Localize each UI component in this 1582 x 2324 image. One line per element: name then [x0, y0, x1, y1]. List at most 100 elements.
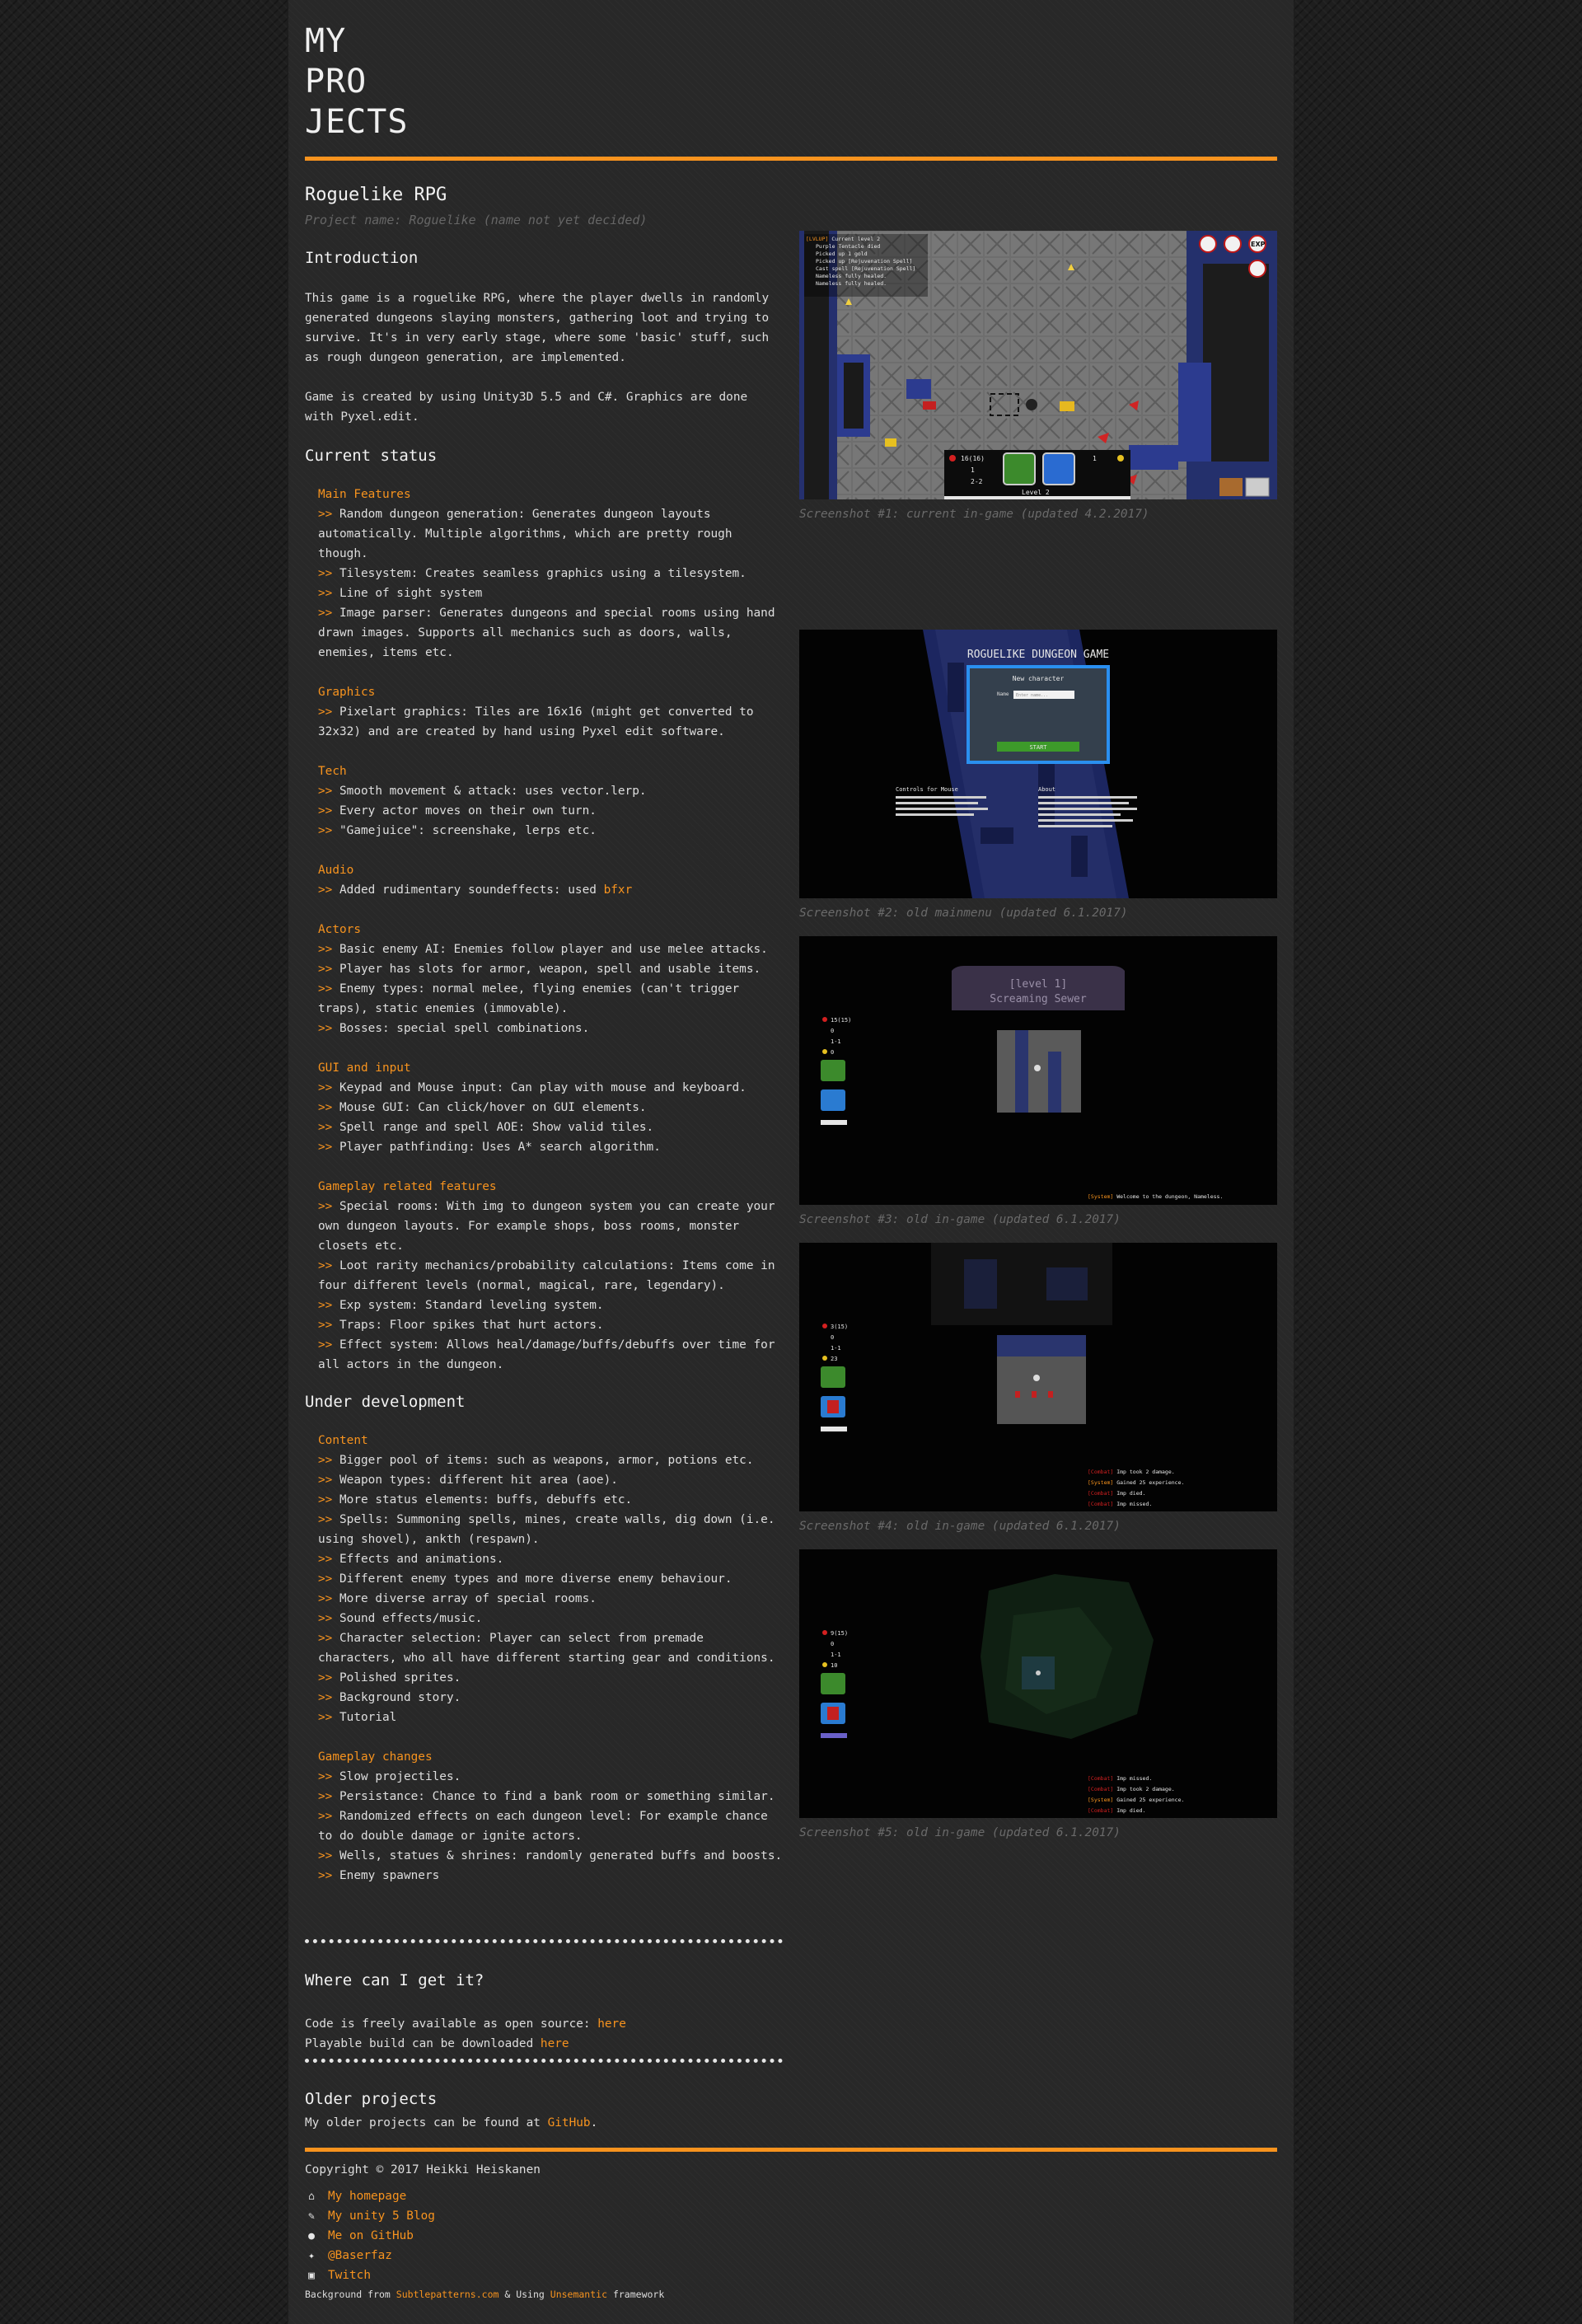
github-link[interactable]: GitHub [548, 2116, 591, 2130]
feature-item: >> Randomized effects on each dungeon le… [318, 1806, 783, 1846]
name-placeholder: Enter name... [1016, 693, 1048, 698]
feature-item: >> Bosses: special spell combinations. [318, 1019, 783, 1038]
feature-item: >> Basic enemy AI: Enemies follow player… [318, 939, 783, 959]
feature-item: >> Spell range and spell AOE: Show valid… [318, 1117, 783, 1137]
feature-item: >> Enemy types: normal melee, flying ene… [318, 979, 783, 1019]
bullet-arrow: >> [318, 1572, 339, 1586]
feature-item: >> Tutorial [318, 1708, 783, 1727]
get-it-heading: Where can I get it? [305, 1971, 484, 1989]
screenshot-2-image: ROGUELIKE DUNGEON GAME New character Nam… [799, 630, 1277, 898]
screenshot-4[interactable]: 3(15) 0 1-1 23 [Combat] Imp took 2 damag… [799, 1243, 1277, 1511]
bullet-arrow: >> [318, 705, 339, 719]
footer-link-item[interactable]: ● Me on GitHub [305, 2226, 1277, 2246]
bullet-arrow: >> [318, 883, 339, 897]
bullet-arrow: >> [318, 1711, 339, 1724]
svg-text:Cast spell [Rejuvenation Spell: Cast spell [Rejuvenation Spell] [816, 265, 915, 272]
footer-link-item[interactable]: ✦ @Baserfaz [305, 2246, 1277, 2265]
feature-text: Tutorial [339, 1711, 397, 1724]
project-description: Roguelike RPG Project name: Roguelike (n… [305, 185, 783, 2130]
log-line: [Combat] Imp died. [1088, 1807, 1145, 1814]
level-name: Screaming Sewer [990, 993, 1087, 1005]
bullet-arrow: >> [318, 1259, 339, 1272]
download-line: Playable build can be downloaded here [305, 2034, 783, 2054]
intro-paragraph: Game is created by using Unity3D 5.5 and… [305, 391, 748, 424]
svg-text:Nameless fully healed.: Nameless fully healed. [816, 273, 887, 279]
bullet-arrow: >> [318, 567, 339, 580]
source-code-text: Code is freely available as open source: [305, 2017, 591, 2031]
footer-link-item[interactable]: ✎ My unity 5 Blog [305, 2206, 1277, 2226]
bullet-arrow: >> [318, 943, 339, 956]
feature-text: Added rudimentary soundeffects: used [339, 883, 597, 897]
older-projects-end: . [590, 2116, 598, 2130]
bullet-arrow: >> [318, 1200, 339, 1213]
screenshot-1[interactable]: [LVLUP] Current level 2 Purple Tentacle … [799, 231, 1277, 499]
armor-value: 0 [831, 1028, 834, 1034]
bfxr-link[interactable]: bfxr [604, 883, 633, 897]
category-heading: Tech [318, 765, 347, 778]
feature-item: >> Wells, statues & shrines: randomly ge… [318, 1846, 783, 1866]
bullet-arrow: >> [318, 1474, 339, 1487]
footer-link[interactable]: Me on GitHub [328, 2229, 414, 2242]
feature-item: >> Image parser: Generates dungeons and … [318, 603, 783, 663]
unsemantic-link[interactable]: Unsemantic [550, 2289, 607, 2300]
bullet-arrow: >> [318, 1810, 339, 1823]
level-label: Level 2 [1022, 489, 1050, 496]
bullet-arrow: >> [318, 1790, 339, 1803]
log-line: [Combat] Imp took 2 damage. [1088, 1786, 1175, 1792]
category-heading: Content [318, 1434, 368, 1447]
svg-text:Nameless fully healed.: Nameless fully healed. [816, 280, 887, 287]
download-link[interactable]: here [541, 2037, 569, 2050]
footer-link[interactable]: Twitch [328, 2269, 371, 2282]
project-title: Roguelike RPG [305, 185, 447, 205]
feature-text: More status elements: buffs, debuffs etc… [339, 1493, 633, 1506]
project-name-note: Project name: Roguelike (name not yet de… [305, 213, 648, 227]
section-divider [305, 1939, 783, 1943]
feature-text: Mouse GUI: Can click/hover on GUI elemen… [339, 1101, 647, 1114]
feature-item: >> "Gamejuice": screenshake, lerps etc. [318, 821, 783, 841]
feature-text: Random dungeon generation: Generates dun… [318, 508, 732, 560]
bullet-arrow: >> [318, 804, 339, 818]
log-line: [Combat] Imp died. [1088, 1490, 1145, 1497]
footer-link[interactable]: My homepage [328, 2190, 406, 2203]
hp-value: 3(15) [831, 1324, 848, 1330]
feature-text: Spells: Summoning spells, mines, create … [318, 1513, 775, 1546]
category-heading: GUI and input [318, 1061, 411, 1075]
svg-text:Picked up 1 gold: Picked up 1 gold [816, 251, 868, 257]
feature-text: Sound effects/music. [339, 1612, 483, 1625]
feature-text: Persistance: Chance to find a bank room … [339, 1790, 775, 1803]
source-code-link[interactable]: here [597, 2017, 626, 2031]
footer-link[interactable]: My unity 5 Blog [328, 2209, 435, 2223]
feature-item: >> Sound effects/music. [318, 1609, 783, 1628]
screenshot-3[interactable]: [level 1] Screaming Sewer 15(15) 0 1-1 0 [799, 936, 1277, 1205]
screenshot-2[interactable]: ROGUELIKE DUNGEON GAME New character Nam… [799, 630, 1277, 898]
level-banner: [level 1] [1009, 978, 1067, 991]
bullet-arrow: >> [318, 785, 339, 798]
screenshot-1-image: [LVLUP] Current level 2 Purple Tentacle … [799, 231, 1277, 499]
log-line: [Combat] Imp took 2 damage. [1088, 1469, 1175, 1475]
footer-link[interactable]: @Baserfaz [328, 2249, 392, 2262]
menu-title: ROGUELIKE DUNGEON GAME [967, 649, 1109, 661]
feature-text: Loot rarity mechanics/probability calcul… [318, 1259, 775, 1292]
feature-text: Traps: Floor spikes that hurt actors. [339, 1319, 604, 1332]
log-line: [System] Gained 25 experience. [1088, 1797, 1184, 1803]
screenshot-3-image: [level 1] Screaming Sewer 15(15) 0 1-1 0 [799, 936, 1277, 1205]
feature-text: Different enemy types and more diverse e… [339, 1572, 732, 1586]
feature-item: >> Added rudimentary soundeffects: used … [318, 880, 783, 900]
bullet-arrow: >> [318, 963, 339, 976]
feature-item: >> Exp system: Standard leveling system. [318, 1296, 783, 1315]
bullet-arrow: >> [318, 1299, 339, 1312]
feature-text: Basic enemy AI: Enemies follow player an… [339, 943, 768, 956]
subtlepatterns-link[interactable]: Subtlepatterns.com [396, 2289, 499, 2300]
footer-link-item[interactable]: ⌂ My homepage [305, 2186, 1277, 2206]
screenshot-5[interactable]: 9(15) 0 1-1 10 [Combat] Imp missed. [Com… [799, 1549, 1277, 1818]
feature-item: >> Effects and animations. [318, 1549, 783, 1569]
exp-button-label: EXP [1251, 241, 1266, 248]
bullet-arrow: >> [318, 1513, 339, 1526]
feature-item: >> Enemy spawners [318, 1866, 783, 1886]
feature-text: Weapon types: different hit area (aoe). [339, 1474, 618, 1487]
site-logo[interactable]: MY PRO JECTS [305, 21, 408, 143]
footer-link-item[interactable]: ▣ Twitch [305, 2265, 1277, 2285]
feature-text: Bosses: special spell combinations. [339, 1022, 590, 1035]
feature-item: >> Random dungeon generation: Generates … [318, 504, 783, 564]
category-heading: Gameplay related features [318, 1180, 497, 1193]
